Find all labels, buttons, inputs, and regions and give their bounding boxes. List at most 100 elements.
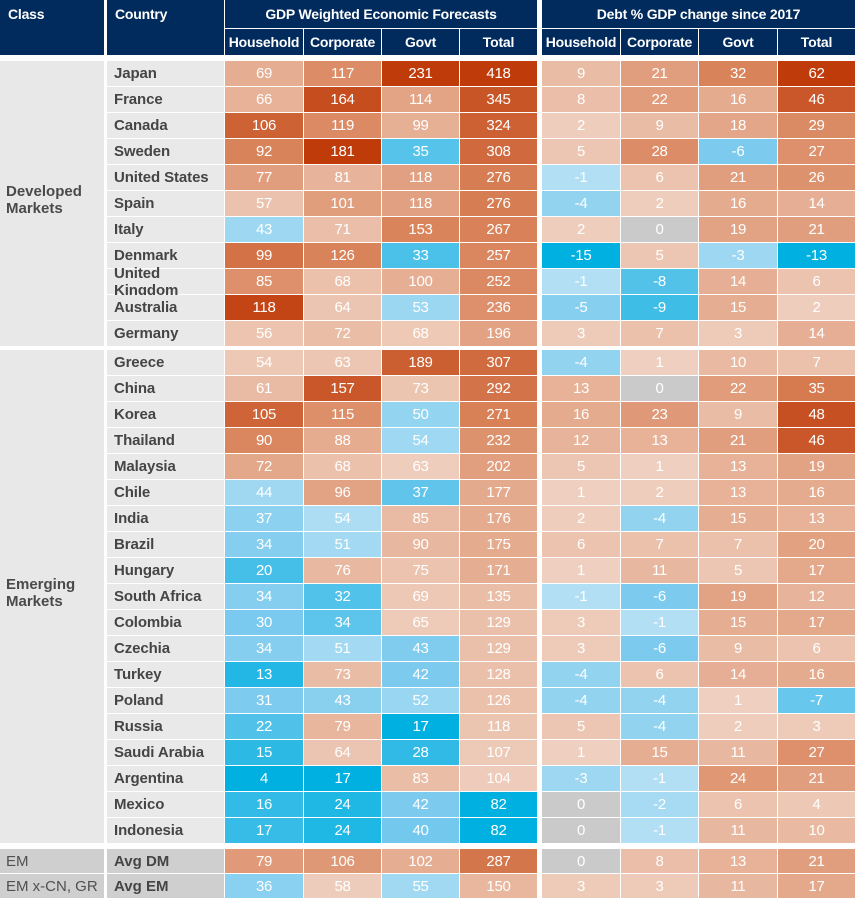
heatmap-cell: 92 [225, 139, 303, 164]
country-label: Brazil [107, 532, 224, 557]
summary-cell: 287 [460, 849, 537, 873]
summary-cell: 79 [225, 849, 303, 873]
heatmap-cell: 14 [778, 321, 855, 346]
summary-cell: 17 [778, 874, 855, 898]
heatmap-cell: 3 [699, 321, 777, 346]
heatmap-cell: 276 [460, 165, 537, 190]
heatmap-cell: 231 [382, 61, 459, 86]
heatmap-cell: 16 [542, 402, 620, 427]
heatmap-cell: 14 [778, 191, 855, 216]
column-header-govt: Govt [382, 29, 459, 55]
heatmap-cell: 128 [460, 662, 537, 687]
heatmap-cell: 50 [382, 402, 459, 427]
heatmap-cell: 37 [382, 480, 459, 505]
heatmap-cell: 22 [225, 714, 303, 739]
heatmap-cell: 2 [542, 506, 620, 531]
heatmap-cell: -9 [621, 295, 698, 320]
heatmap-cell: 73 [304, 662, 381, 687]
heatmap-cell: -5 [542, 295, 620, 320]
heatmap-cell: 43 [225, 217, 303, 242]
heatmap-cell: -15 [542, 243, 620, 268]
heatmap-cell: 21 [699, 165, 777, 190]
heatmap-cell: 118 [225, 295, 303, 320]
heatmap-cell: 20 [225, 558, 303, 583]
heatmap-cell: 54 [382, 428, 459, 453]
column-header-govt: Govt [699, 29, 777, 55]
heatmap-cell: 9 [699, 636, 777, 661]
heatmap-cell: 31 [225, 688, 303, 713]
country-label: United States [107, 165, 224, 190]
summary-cell: 3 [542, 874, 620, 898]
heatmap-cell: 11 [699, 818, 777, 843]
heatmap-cell: 21 [778, 766, 855, 791]
heatmap-cell: 65 [382, 610, 459, 635]
country-label: Korea [107, 402, 224, 427]
heatmap-cell: 73 [382, 376, 459, 401]
heatmap-cell: 54 [225, 350, 303, 375]
heatmap-cell: 0 [621, 217, 698, 242]
heatmap-cell: -4 [542, 662, 620, 687]
heatmap-cell: 345 [460, 87, 537, 112]
heatmap-cell: -2 [621, 792, 698, 817]
heatmap-cell: 100 [382, 269, 459, 294]
heatmap-cell: 126 [304, 243, 381, 268]
heatmap-cell: 1 [621, 350, 698, 375]
heatmap-cell: 1 [621, 454, 698, 479]
country-label: United Kingdom [107, 265, 224, 299]
heatmap-cell: 56 [225, 321, 303, 346]
heatmap-cell: 2 [778, 295, 855, 320]
country-label: Greece [107, 350, 224, 375]
heatmap-cell: 114 [382, 87, 459, 112]
summary-class-label: EM [0, 849, 104, 873]
heatmap-cell: 48 [778, 402, 855, 427]
heatmap-cell: 171 [460, 558, 537, 583]
heatmap-cell: 175 [460, 532, 537, 557]
heatmap-cell: 3 [778, 714, 855, 739]
heatmap-cell: 5 [542, 139, 620, 164]
heatmap-cell: 13 [542, 376, 620, 401]
heatmap-cell: 26 [778, 165, 855, 190]
summary-cell: 0 [542, 849, 620, 873]
heatmap-cell: -4 [542, 350, 620, 375]
country-label: Germany [107, 321, 224, 346]
heatmap-cell: 2 [621, 480, 698, 505]
heatmap-cell: 107 [460, 740, 537, 765]
heatmap-cell: 82 [460, 818, 537, 843]
country-label: Italy [107, 217, 224, 242]
heatmap-cell: 16 [699, 87, 777, 112]
heatmap-cell: 72 [225, 454, 303, 479]
heatmap-cell: 7 [778, 350, 855, 375]
heatmap-cell: -4 [621, 506, 698, 531]
heatmap-cell: 276 [460, 191, 537, 216]
heatmap-cell: 176 [460, 506, 537, 531]
heatmap-cell: 21 [699, 428, 777, 453]
heatmap-cell: 115 [304, 402, 381, 427]
country-label: Sweden [107, 139, 224, 164]
heatmap-cell: 77 [225, 165, 303, 190]
heatmap-cell: 66 [225, 87, 303, 112]
heatmap-cell: 3 [542, 636, 620, 661]
heatmap-cell: 69 [225, 61, 303, 86]
heatmap-cell: 96 [304, 480, 381, 505]
heatmap-cell: 324 [460, 113, 537, 138]
heatmap-cell: 24 [699, 766, 777, 791]
heatmap-cell: 42 [382, 662, 459, 687]
heatmap-cell: 6 [699, 792, 777, 817]
country-label: France [107, 87, 224, 112]
heatmap-cell: 6 [621, 165, 698, 190]
heatmap-cell: 63 [382, 454, 459, 479]
heatmap-cell: 2 [542, 217, 620, 242]
heatmap-cell: 15 [699, 610, 777, 635]
heatmap-cell: 236 [460, 295, 537, 320]
heatmap-cell: 117 [304, 61, 381, 86]
heatmap-cell: 21 [778, 217, 855, 242]
heatmap-cell: 2 [542, 113, 620, 138]
summary-cell: 13 [699, 849, 777, 873]
heatmap-cell: -7 [778, 688, 855, 713]
heatmap-cell: 17 [382, 714, 459, 739]
heatmap-cell: 23 [621, 402, 698, 427]
heatmap-cell: 51 [304, 532, 381, 557]
heatmap-cell: 15 [699, 506, 777, 531]
heatmap-cell: 34 [225, 532, 303, 557]
heatmap-cell: 42 [382, 792, 459, 817]
